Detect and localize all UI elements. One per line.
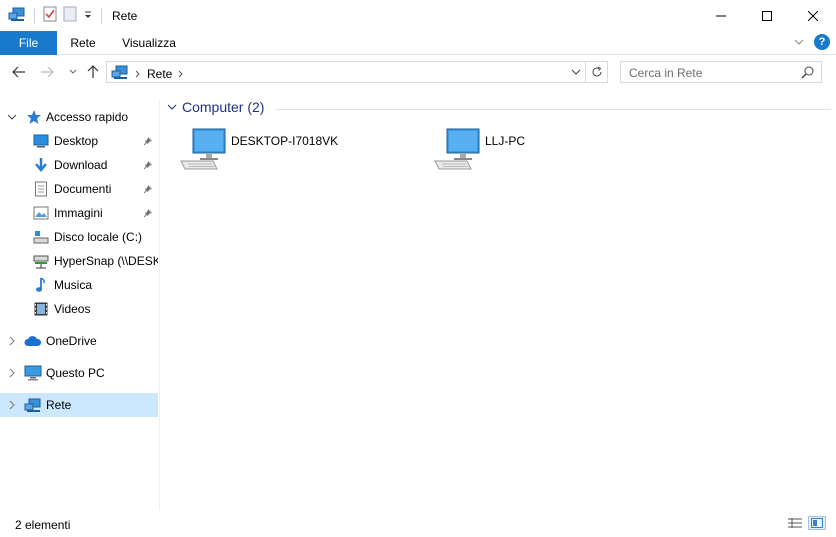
nav-label: Rete	[46, 398, 72, 412]
maximize-button[interactable]	[744, 0, 790, 31]
nav-item-music[interactable]: Musica	[0, 273, 158, 297]
group-title: Computer (2)	[182, 99, 265, 115]
collapsed-chevron-icon[interactable]	[6, 367, 18, 379]
pin-icon[interactable]	[143, 207, 153, 221]
toolbar-separator	[34, 7, 35, 24]
close-button[interactable]	[790, 0, 836, 31]
status-bar: 2 elementi	[0, 510, 836, 537]
drive-icon	[33, 229, 49, 245]
pin-icon[interactable]	[143, 183, 153, 197]
music-icon	[33, 277, 49, 293]
pin-icon[interactable]	[143, 159, 153, 173]
address-dropdown-icon[interactable]	[569, 65, 583, 79]
pin-icon[interactable]	[143, 135, 153, 149]
nav-item-onedrive[interactable]: OneDrive	[0, 329, 158, 353]
computer-icon	[433, 127, 481, 176]
customize-toolbar-chevron-icon[interactable]	[83, 9, 93, 23]
window-title: Rete	[112, 8, 138, 23]
quick-access-toolbar	[0, 6, 104, 25]
nav-label: Videos	[54, 302, 91, 316]
nav-label: Musica	[54, 278, 93, 292]
breadcrumb-separator-icon[interactable]	[135, 67, 141, 81]
nav-label: HyperSnap (\\DESK	[54, 254, 158, 268]
download-icon	[33, 157, 49, 173]
back-button[interactable]	[10, 63, 28, 81]
tab-view[interactable]: Visualizza	[109, 31, 189, 55]
item-count: 2 elementi	[15, 518, 71, 532]
nav-item-hypersnap[interactable]: HyperSnap (\\DESK	[0, 249, 158, 273]
nav-item-pictures[interactable]: Immagini	[0, 201, 158, 225]
nav-item-videos[interactable]: Videos	[0, 297, 158, 321]
nav-item-this-pc[interactable]: Questo PC	[0, 361, 158, 385]
search-input[interactable]: Cerca in Rete	[629, 66, 702, 80]
network-drive-icon	[33, 253, 49, 269]
group-header[interactable]: Computer (2)	[166, 99, 831, 115]
group-divider	[276, 109, 831, 110]
navigation-pane: Accesso rapido Desktop Download Document…	[0, 100, 160, 510]
nav-label: Immagini	[54, 206, 103, 220]
tab-network[interactable]: Rete	[57, 31, 109, 55]
image-icon	[33, 205, 49, 221]
nav-label: Accesso rapido	[46, 110, 129, 124]
tab-file[interactable]: File	[0, 31, 57, 55]
address-bar[interactable]: Rete	[106, 61, 608, 83]
nav-item-local-disk[interactable]: Disco locale (C:)	[0, 225, 158, 249]
file-list: Computer (2) DESKTOP-I7018VK LLJ-PC	[161, 89, 836, 509]
breadcrumb-rete[interactable]: Rete	[147, 67, 172, 81]
properties-icon[interactable]	[43, 6, 57, 25]
computer-tile[interactable]: DESKTOP-I7018VK	[179, 127, 379, 177]
forward-button[interactable]	[38, 63, 56, 81]
expand-ribbon-chevron-icon[interactable]	[794, 35, 804, 49]
computer-name: LLJ-PC	[485, 134, 526, 148]
nav-item-documents[interactable]: Documenti	[0, 177, 158, 201]
nav-item-desktop[interactable]: Desktop	[0, 129, 158, 153]
expanded-chevron-icon[interactable]	[6, 111, 18, 123]
document-icon	[33, 181, 49, 197]
desktop-icon	[33, 133, 49, 149]
refresh-icon[interactable]	[585, 62, 607, 82]
details-view-icon[interactable]	[786, 516, 804, 530]
nav-label: Desktop	[54, 134, 99, 148]
breadcrumb-separator-icon[interactable]	[178, 67, 184, 81]
tiles-view-icon[interactable]	[808, 516, 826, 530]
up-button[interactable]	[84, 63, 102, 81]
nav-label: Download	[54, 158, 108, 172]
collapsed-chevron-icon[interactable]	[6, 335, 18, 347]
computer-icon	[179, 127, 227, 176]
computer-name: DESKTOP-I7018VK	[231, 134, 339, 148]
network-icon	[111, 64, 129, 83]
computer-tile[interactable]: LLJ-PC	[433, 127, 633, 177]
nav-quick-access[interactable]: Accesso rapido	[0, 105, 158, 129]
minimize-button[interactable]	[698, 0, 744, 31]
window-controls	[698, 0, 836, 31]
nav-label: OneDrive	[46, 334, 97, 348]
network-app-icon	[8, 6, 26, 25]
network-icon	[24, 397, 41, 413]
title-bar: Rete	[0, 0, 836, 31]
address-row: Rete Cerca in Rete	[0, 55, 836, 89]
search-icon[interactable]	[801, 65, 815, 82]
new-folder-icon[interactable]	[63, 6, 77, 25]
toolbar-separator	[101, 7, 102, 24]
collapsed-chevron-icon[interactable]	[6, 399, 18, 411]
cloud-icon	[24, 333, 42, 349]
ribbon-tabs: File Rete Visualizza ?	[0, 31, 836, 55]
group-collapse-chevron-icon[interactable]	[166, 101, 178, 113]
nav-label: Questo PC	[46, 366, 105, 380]
search-box[interactable]: Cerca in Rete	[620, 61, 822, 83]
nav-label: Documenti	[54, 182, 112, 196]
nav-label: Disco locale (C:)	[54, 230, 143, 244]
nav-item-network[interactable]: Rete	[0, 393, 158, 417]
video-icon	[33, 301, 49, 317]
nav-item-download[interactable]: Download	[0, 153, 158, 177]
help-icon[interactable]: ?	[814, 34, 830, 50]
recent-locations-chevron-icon[interactable]	[64, 63, 82, 81]
star-icon	[26, 109, 42, 125]
computer-icon	[24, 365, 42, 381]
